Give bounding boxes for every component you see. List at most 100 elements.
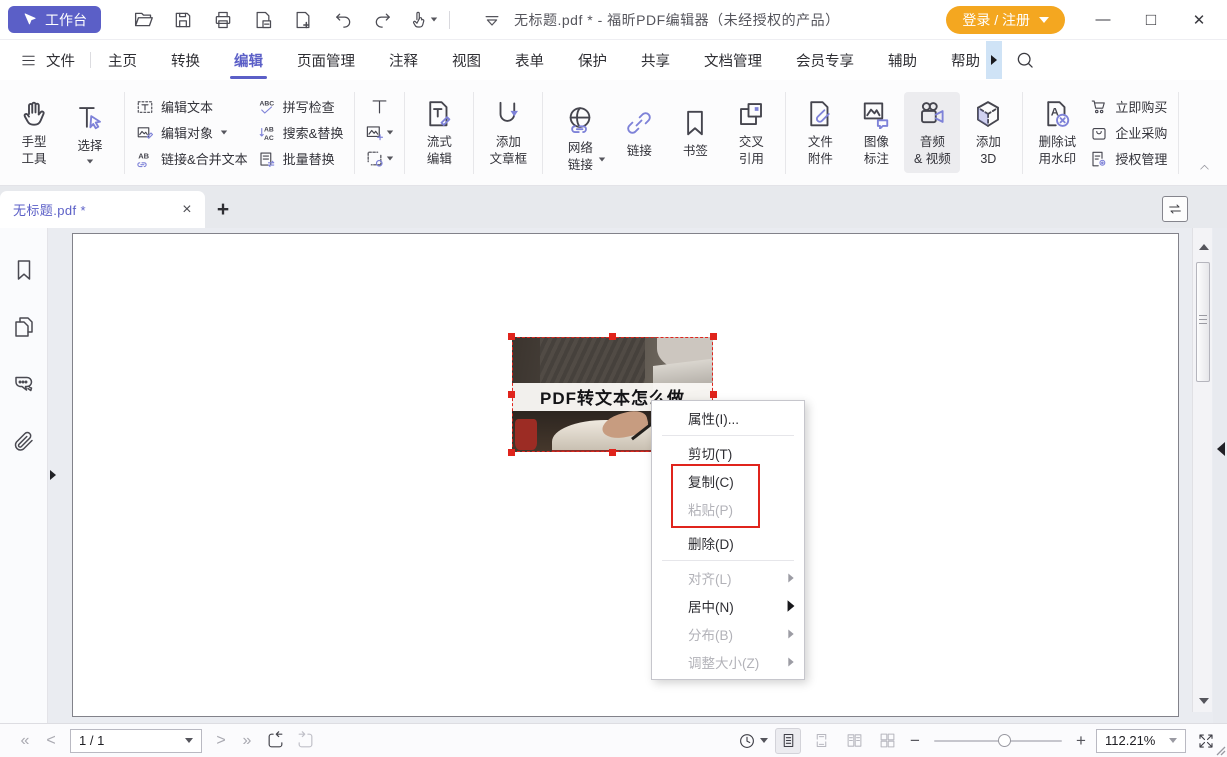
print-button[interactable] bbox=[203, 6, 243, 34]
new-tab-button[interactable]: + bbox=[205, 191, 241, 228]
scrollbar-thumb[interactable] bbox=[1196, 262, 1210, 382]
flow-edit-button[interactable]: 流式编辑 bbox=[411, 92, 467, 173]
menu-page-management[interactable]: 页面管理 bbox=[280, 40, 372, 80]
switch-tabs-button[interactable] bbox=[1162, 196, 1188, 222]
document-tab[interactable]: 无标题.pdf * × bbox=[0, 191, 205, 228]
context-copy[interactable]: 复制(C) bbox=[652, 467, 804, 495]
next-view-button[interactable] bbox=[290, 729, 320, 753]
comments-panel-button[interactable] bbox=[12, 372, 36, 399]
search-replace-button[interactable]: ABAC 搜索&替换 bbox=[258, 122, 344, 143]
next-page-button[interactable]: > bbox=[208, 732, 234, 750]
zoom-slider-thumb[interactable] bbox=[998, 734, 1011, 747]
resize-handle-w[interactable] bbox=[508, 391, 515, 398]
image-annotation-button[interactable]: 图像标注 bbox=[848, 92, 904, 173]
context-cut[interactable]: 剪切(T) bbox=[652, 439, 804, 467]
menu-home[interactable]: 主页 bbox=[91, 40, 154, 80]
redo-button[interactable] bbox=[363, 6, 403, 34]
add-text-button[interactable] bbox=[370, 97, 389, 117]
first-page-button[interactable]: « bbox=[12, 732, 38, 750]
buy-now-button[interactable]: 立即购买 bbox=[1090, 96, 1167, 117]
file-attachment-button[interactable]: 文件附件 bbox=[792, 92, 848, 173]
continuous-view-button[interactable] bbox=[808, 728, 834, 754]
select-tool-button[interactable]: 选择 bbox=[62, 96, 118, 170]
bookmark-button[interactable]: 书签 bbox=[667, 101, 723, 165]
edit-object-button[interactable]: 编辑对象 bbox=[136, 122, 248, 143]
zoom-in-button[interactable]: + bbox=[1073, 731, 1089, 751]
search-button[interactable] bbox=[1015, 50, 1035, 70]
undo-button[interactable] bbox=[323, 6, 363, 34]
cross-reference-button[interactable]: 交叉引用 bbox=[723, 92, 779, 173]
audio-video-button[interactable]: 音频& 视频 bbox=[904, 92, 960, 173]
page-number-input[interactable]: 1 / 1 bbox=[70, 729, 202, 753]
link-merge-text-button[interactable]: AB 链接&合并文本 bbox=[136, 148, 248, 169]
maximize-button[interactable]: □ bbox=[1127, 0, 1175, 40]
enterprise-purchase-button[interactable]: 企业采购 bbox=[1090, 122, 1167, 143]
add-image-button[interactable] bbox=[365, 123, 394, 143]
vertical-scrollbar[interactable] bbox=[1192, 228, 1212, 712]
license-manage-button[interactable]: 授权管理 bbox=[1090, 148, 1167, 169]
menu-member[interactable]: 会员专享 bbox=[779, 40, 871, 80]
pdf-page[interactable] bbox=[72, 233, 1179, 717]
menu-share[interactable]: 共享 bbox=[624, 40, 687, 80]
menu-file[interactable]: 文件 bbox=[0, 50, 90, 71]
menu-view[interactable]: 视图 bbox=[435, 40, 498, 80]
read-mode-button[interactable] bbox=[738, 732, 768, 750]
zoom-out-button[interactable]: − bbox=[907, 731, 923, 751]
collapse-chevron-icon[interactable] bbox=[482, 10, 502, 30]
menu-comment[interactable]: 注释 bbox=[372, 40, 435, 80]
add-article-box-button[interactable]: 添加文章框 bbox=[480, 92, 536, 173]
context-delete[interactable]: 删除(D) bbox=[652, 529, 804, 557]
scroll-up-arrow[interactable] bbox=[1199, 244, 1209, 250]
resize-handle-e[interactable] bbox=[710, 391, 717, 398]
resize-handle-n[interactable] bbox=[609, 333, 616, 340]
batch-replace-button[interactable]: 批量替换 bbox=[258, 148, 344, 169]
web-link-button[interactable]: 网络链接 bbox=[549, 98, 611, 167]
resize-handle-s[interactable] bbox=[609, 449, 616, 456]
add-3d-button[interactable]: 添加3D bbox=[960, 92, 1016, 173]
minimize-button[interactable]: — bbox=[1079, 0, 1127, 40]
save-button[interactable] bbox=[163, 6, 203, 34]
scroll-down-arrow[interactable] bbox=[1199, 698, 1209, 704]
open-file-button[interactable] bbox=[123, 6, 163, 34]
resize-handle-nw[interactable] bbox=[508, 333, 515, 340]
last-page-button[interactable]: » bbox=[234, 732, 260, 750]
add-page-button[interactable] bbox=[283, 6, 323, 34]
login-register-button[interactable]: 登录 / 注册 bbox=[946, 6, 1065, 34]
bookmarks-panel-button[interactable] bbox=[12, 258, 36, 285]
menu-overflow-button[interactable] bbox=[986, 41, 1002, 79]
touch-mode-button[interactable] bbox=[403, 6, 443, 34]
workspace-button[interactable]: 工作台 bbox=[8, 6, 101, 33]
zoom-slider[interactable] bbox=[934, 740, 1062, 742]
resize-grip[interactable] bbox=[1214, 744, 1226, 756]
sidebar-expand-button[interactable] bbox=[50, 468, 56, 483]
right-panel-collapse-button[interactable] bbox=[1217, 442, 1225, 456]
context-properties[interactable]: 属性(I)... bbox=[652, 404, 804, 432]
menu-convert[interactable]: 转换 bbox=[154, 40, 217, 80]
hand-tool-button[interactable]: 手型工具 bbox=[6, 92, 62, 173]
facing-view-button[interactable] bbox=[841, 728, 867, 754]
previous-page-button[interactable]: < bbox=[38, 732, 64, 750]
zoom-level-input[interactable]: 112.21% bbox=[1096, 729, 1186, 753]
link-button[interactable]: 链接 bbox=[611, 101, 667, 165]
menu-form[interactable]: 表单 bbox=[498, 40, 561, 80]
tab-close-icon[interactable]: × bbox=[182, 201, 192, 219]
menu-protect[interactable]: 保护 bbox=[561, 40, 624, 80]
close-button[interactable]: ✕ bbox=[1175, 0, 1223, 40]
pages-panel-button[interactable] bbox=[12, 315, 36, 342]
previous-view-button[interactable] bbox=[260, 729, 290, 753]
edit-text-button[interactable]: 编辑文本 bbox=[136, 96, 248, 117]
add-shape-button[interactable] bbox=[365, 149, 394, 169]
menu-edit[interactable]: 编辑 bbox=[217, 40, 280, 80]
menu-help[interactable]: 帮助 bbox=[934, 40, 986, 80]
menu-doc-management[interactable]: 文档管理 bbox=[687, 40, 779, 80]
resize-handle-ne[interactable] bbox=[710, 333, 717, 340]
resize-handle-sw[interactable] bbox=[508, 449, 515, 456]
single-page-view-button[interactable] bbox=[775, 728, 801, 754]
menu-accessibility[interactable]: 辅助 bbox=[871, 40, 934, 80]
context-center[interactable]: 居中(N) bbox=[652, 592, 804, 620]
attachments-panel-button[interactable] bbox=[12, 429, 36, 456]
ribbon-collapse-button[interactable] bbox=[1198, 161, 1211, 177]
remove-trial-watermark-button[interactable]: A 删除试用水印 bbox=[1029, 92, 1085, 173]
remove-page-button[interactable] bbox=[243, 6, 283, 34]
spell-check-button[interactable]: ABC 拼写检查 bbox=[258, 96, 344, 117]
